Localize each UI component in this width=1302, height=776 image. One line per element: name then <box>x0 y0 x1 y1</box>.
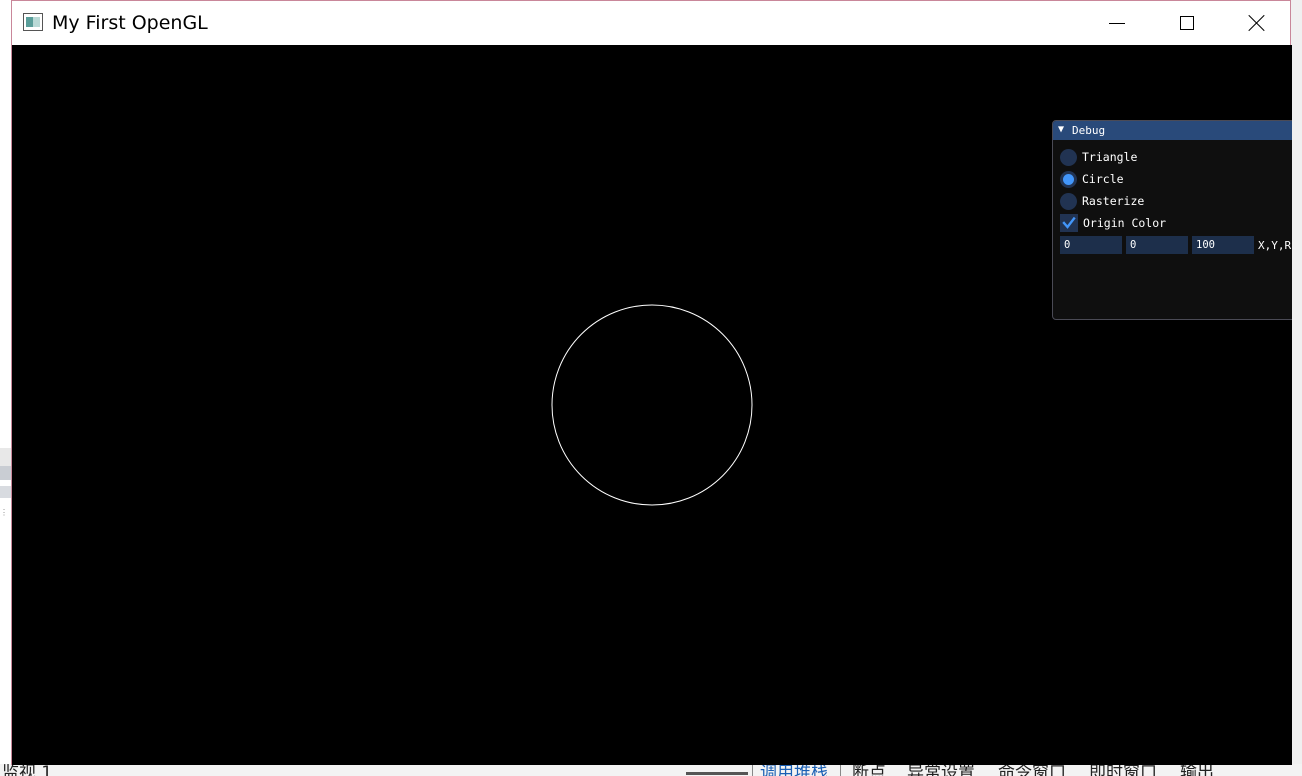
ide-tab-command-window[interactable]: 命令窗口 <box>998 764 1066 776</box>
ide-tab-breakpoints[interactable]: 断点 <box>852 764 886 776</box>
ide-tab-output[interactable]: 输出 <box>1180 764 1214 776</box>
app-icon-fill <box>33 17 40 27</box>
collapse-arrow-icon[interactable]: ▼ <box>1058 124 1064 135</box>
xyr-label: X,Y,R <box>1258 238 1292 252</box>
origin-color-label: Origin Color <box>1083 216 1167 230</box>
radio-circle-label: Circle <box>1082 172 1124 186</box>
debug-panel-titlebar[interactable]: ▼ Debug <box>1053 121 1292 140</box>
ide-tab-watch[interactable]: 监视 1 <box>2 764 52 776</box>
minimize-icon <box>1109 22 1125 24</box>
checkmark-icon <box>1062 216 1076 229</box>
background-band <box>0 466 11 480</box>
background-dots: ⋮ <box>0 508 8 517</box>
radio-rasterize-icon[interactable] <box>1060 192 1077 210</box>
maximize-button[interactable] <box>1152 1 1222 45</box>
r-input[interactable]: 100 <box>1192 236 1254 254</box>
opengl-window: My First OpenGL ▼ Debug Triangle Circle … <box>11 0 1292 765</box>
app-window-icon[interactable] <box>23 13 43 31</box>
rendered-circle <box>551 304 753 506</box>
radio-circle[interactable]: Circle <box>1060 170 1124 188</box>
close-icon <box>1248 14 1266 32</box>
y-input[interactable]: 0 <box>1126 236 1188 254</box>
checkbox-checked-icon[interactable] <box>1060 214 1078 232</box>
background-ide-tabbar: 监视 1 调用堆栈 断点 异常设置 命令窗口 即时窗口 输出 <box>0 764 1302 776</box>
ide-tab-separator <box>752 764 753 776</box>
origin-color-checkbox[interactable]: Origin Color <box>1060 214 1166 232</box>
window-title: My First OpenGL <box>52 12 208 34</box>
radio-rasterize[interactable]: Rasterize <box>1060 192 1144 210</box>
x-input[interactable]: 0 <box>1060 236 1122 254</box>
radio-triangle-icon[interactable] <box>1060 148 1077 166</box>
background-desktop-strip: ⋮ <box>0 0 11 776</box>
opengl-viewport[interactable]: ▼ Debug Triangle Circle Rasterize Origin… <box>12 45 1292 765</box>
background-band <box>0 486 11 498</box>
window-titlebar[interactable]: My First OpenGL <box>12 1 1290 45</box>
radio-circle-selected-icon[interactable] <box>1060 170 1077 188</box>
radio-triangle[interactable]: Triangle <box>1060 148 1137 166</box>
ide-tab-immediate-window[interactable]: 即时窗口 <box>1089 764 1157 776</box>
xyr-input-group: 0 0 100 X,Y,R <box>1060 236 1291 254</box>
maximize-icon <box>1180 16 1194 30</box>
close-button[interactable] <box>1222 1 1292 45</box>
ide-tab-separator <box>840 764 841 776</box>
ide-tab-exception-settings[interactable]: 异常设置 <box>907 764 975 776</box>
minimize-button[interactable] <box>1082 1 1152 45</box>
radio-triangle-label: Triangle <box>1082 150 1138 164</box>
debug-panel-title: Debug <box>1072 124 1106 137</box>
debug-panel[interactable]: ▼ Debug Triangle Circle Rasterize Origin… <box>1052 120 1292 320</box>
ide-tab-call-stack[interactable]: 调用堆栈 <box>760 764 828 776</box>
background-band <box>0 448 11 466</box>
ide-scroll-sliver <box>686 772 748 775</box>
radio-rasterize-label: Rasterize <box>1082 194 1145 208</box>
